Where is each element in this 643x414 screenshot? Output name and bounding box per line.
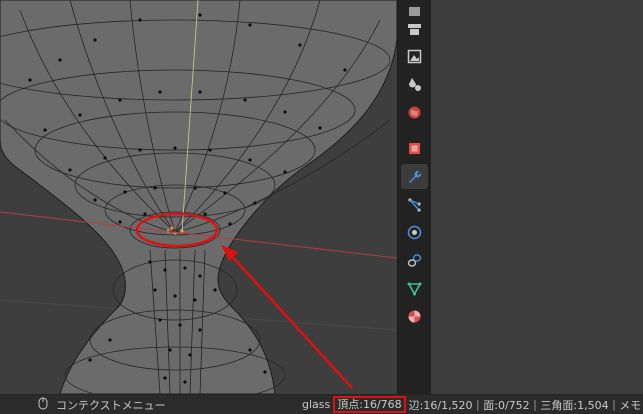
modifier-wrench-icon <box>409 170 422 183</box>
vertex-count: 頂点:16/768 <box>337 398 402 411</box>
vertex-count-highlight: 頂点:16/768 <box>333 396 406 413</box>
particles-tab[interactable] <box>401 192 428 217</box>
object-name: glass <box>302 398 331 411</box>
face-count: 面:0/752 <box>483 398 530 412</box>
material-tab[interactable] <box>401 304 428 329</box>
edge-count: 辺:16/1,520 <box>408 398 473 412</box>
object-data-tab[interactable] <box>401 276 428 301</box>
object-data-mesh-icon <box>407 282 422 296</box>
material-icon <box>408 310 421 323</box>
properties-tab-bar <box>397 0 431 394</box>
world-icon <box>408 106 421 119</box>
physics-tab[interactable] <box>401 220 428 245</box>
mouse-hint-label: コンテクストメニュー <box>56 398 166 412</box>
3d-viewport[interactable] <box>0 0 397 394</box>
physics-icon <box>407 225 422 240</box>
mouse-icon <box>38 397 48 413</box>
scene-tab[interactable] <box>401 100 428 125</box>
constraints-tab[interactable] <box>401 248 428 273</box>
output-icon <box>407 49 422 64</box>
memory-label: メモリ <box>619 398 643 412</box>
status-bar: コンテクストメニュー glass 頂点:16/768 辺:16/1,520 | … <box>0 394 643 414</box>
object-icon <box>409 143 420 154</box>
triangle-count: 三角面:1,504 <box>540 398 609 412</box>
object-tab[interactable] <box>401 136 428 161</box>
output-tab[interactable] <box>401 44 428 69</box>
view-layer-tab[interactable] <box>401 72 428 97</box>
render-icon <box>408 24 421 35</box>
view-layer-icon <box>409 78 421 91</box>
particles-icon <box>408 198 421 212</box>
render-tab[interactable] <box>401 17 428 42</box>
properties-panel[interactable] <box>431 0 643 394</box>
constraints-icon <box>407 254 422 267</box>
modifier-tab[interactable] <box>401 164 428 189</box>
